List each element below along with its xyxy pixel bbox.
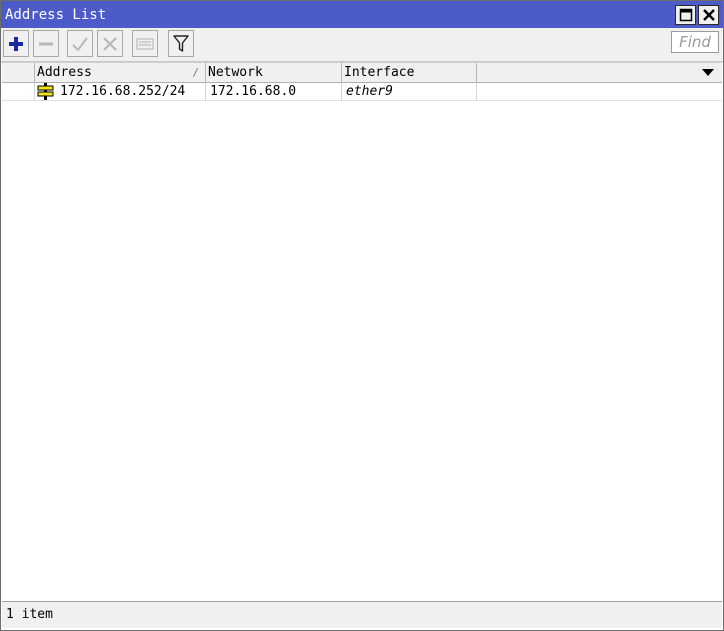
maximize-icon — [679, 8, 692, 22]
column-header-interface[interactable]: Interface — [342, 63, 477, 83]
add-button[interactable] — [3, 30, 29, 57]
cell-address[interactable]: 172.16.68.252/24 — [35, 83, 206, 101]
column-header-label: Address — [37, 65, 92, 80]
toolbar: Find — [1, 28, 723, 62]
note-icon — [136, 38, 154, 49]
table-header: Address / Network Interface — [2, 62, 722, 83]
x-icon — [103, 36, 117, 51]
address-value: 172.16.68.252/24 — [60, 84, 186, 99]
triangle-down-icon — [702, 69, 714, 76]
cell-network[interactable]: 172.16.68.0 — [206, 83, 342, 101]
status-bar: 1 item — [2, 601, 722, 628]
close-button[interactable] — [698, 5, 719, 25]
remove-button[interactable] — [33, 30, 59, 57]
address-list-window: Address List Find Address / Network Inte… — [0, 0, 724, 631]
column-header-marker — [2, 63, 35, 83]
filter-button[interactable] — [168, 30, 194, 57]
plus-icon — [9, 36, 23, 51]
window-title: Address List — [5, 7, 107, 23]
table-row[interactable]: 172.16.68.252/24 172.16.68.0 ether9 — [2, 83, 722, 101]
item-count: 1 item — [6, 607, 53, 622]
disable-button[interactable] — [97, 30, 123, 57]
minus-icon — [39, 42, 53, 45]
find-input[interactable]: Find — [671, 31, 719, 53]
column-selector-button[interactable] — [696, 63, 720, 83]
column-header-address[interactable]: Address / — [35, 63, 206, 83]
column-header-label: Network — [208, 65, 263, 80]
row-marker — [2, 83, 35, 101]
close-icon — [702, 9, 715, 21]
maximize-button[interactable] — [675, 5, 696, 25]
check-icon — [72, 36, 88, 52]
sort-indicator: / — [192, 66, 199, 79]
address-icon — [37, 83, 54, 100]
column-header-network[interactable]: Network — [206, 63, 342, 83]
filter-icon — [173, 34, 189, 52]
comment-button[interactable] — [132, 30, 158, 57]
cell-interface[interactable]: ether9 — [342, 83, 477, 101]
title-bar[interactable]: Address List — [1, 1, 723, 28]
column-header-label: Interface — [344, 65, 415, 80]
enable-button[interactable] — [67, 30, 93, 57]
